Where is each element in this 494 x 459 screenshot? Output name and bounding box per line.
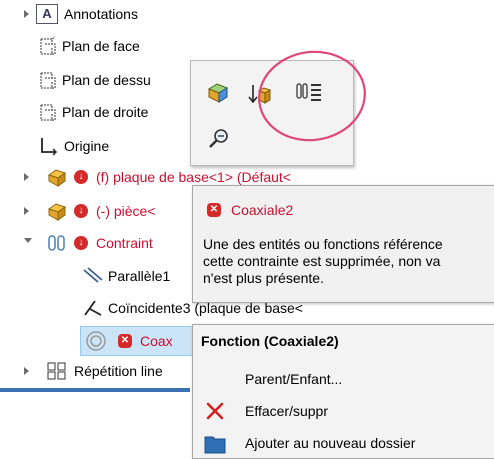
plane-icon (40, 72, 56, 89)
repetition-label: Répétition line (74, 363, 163, 379)
panel-splitter[interactable] (0, 388, 190, 392)
tree-item-plan-droite[interactable]: Plan de droite (38, 100, 148, 124)
delete-x-icon (206, 402, 224, 420)
part-icon (47, 169, 67, 187)
plan-face-label: Plan de face (62, 38, 140, 54)
piece-label: (-) pièce< (96, 203, 156, 219)
annotations-icon: A (36, 4, 58, 24)
part-icon (47, 203, 67, 221)
annotations-label: Annotations (64, 6, 138, 22)
menu-item-label: Ajouter au nouveau dossier (245, 435, 416, 451)
tree-item-piece[interactable]: ↓ (-) pièce< (46, 199, 156, 223)
origine-label: Origine (64, 138, 110, 154)
menu-item-label: Parent/Enfant... (245, 371, 343, 387)
tooltip-title: Coaxiale2 (231, 202, 294, 218)
menu-item-new-folder[interactable]: Ajouter au nouveau dossier (193, 427, 494, 459)
contraintes-label: Contraint (96, 235, 153, 251)
tree-item-contraintes[interactable]: ↓ Contraint (46, 231, 153, 255)
expand-arrow-icon[interactable] (24, 207, 29, 215)
plan-dessus-label: Plan de dessu (62, 72, 151, 88)
expand-arrow-icon[interactable] (24, 173, 29, 181)
error-icon: ↓ (74, 236, 88, 250)
menu-item-parent-child[interactable]: Parent/Enfant... (193, 363, 494, 395)
collapse-arrow-icon[interactable] (24, 238, 32, 243)
tree-item-coaxiale[interactable]: ✕ Coax (80, 326, 194, 356)
tree-item-plan-dessus[interactable]: Plan de dessu (38, 68, 151, 92)
coaxiale-label: Coax (140, 333, 173, 349)
expand-arrow-icon[interactable] (24, 367, 29, 375)
context-menu: Fonction (Coaxiale2) Parent/Enfant... Ef… (192, 324, 494, 459)
folder-icon (204, 436, 226, 454)
tooltip-message: Une des entités ou fonctions référence c… (203, 236, 443, 286)
concentric-mate-icon (86, 331, 106, 351)
tree-item-parallele[interactable]: Parallèle1 (82, 264, 170, 288)
zoom-to-selection-icon[interactable] (207, 127, 231, 151)
parallele-label: Parallèle1 (108, 268, 171, 284)
origin-icon (41, 138, 58, 156)
expand-arrow-icon[interactable] (24, 10, 29, 18)
linear-pattern-icon (47, 362, 66, 380)
tree-item-origine[interactable]: Origine (38, 134, 109, 158)
error-icon: ↓ (74, 170, 88, 184)
menu-item-label: Effacer/suppr (245, 403, 329, 419)
mates-icon (48, 235, 65, 251)
plane-icon (40, 36, 56, 55)
error-tooltip: ✕ Coaxiale2 Une des entités ou fonctions… (192, 185, 494, 303)
plan-droite-label: Plan de droite (62, 104, 149, 120)
error-icon: ↓ (74, 204, 88, 218)
plane-icon (40, 104, 56, 121)
context-menu-header: Fonction (Coaxiale2) (201, 333, 339, 349)
tree-item-annotations[interactable]: A Annotations (36, 2, 138, 26)
coincident-mate-icon (84, 300, 102, 316)
menu-item-delete[interactable]: Effacer/suppr (193, 395, 494, 427)
tree-item-plan-face[interactable]: Plan de face (38, 34, 140, 58)
error-cross-icon: ✕ (118, 334, 132, 348)
highlight-circle (258, 50, 366, 142)
plaque-base-label: (f) plaque de base<1> (Défaut< (96, 169, 291, 185)
edit-component-icon[interactable] (205, 81, 231, 107)
tree-item-repetition[interactable]: Répétition line (46, 359, 163, 383)
parallel-mate-icon (83, 267, 103, 283)
error-cross-icon: ✕ (207, 203, 221, 217)
